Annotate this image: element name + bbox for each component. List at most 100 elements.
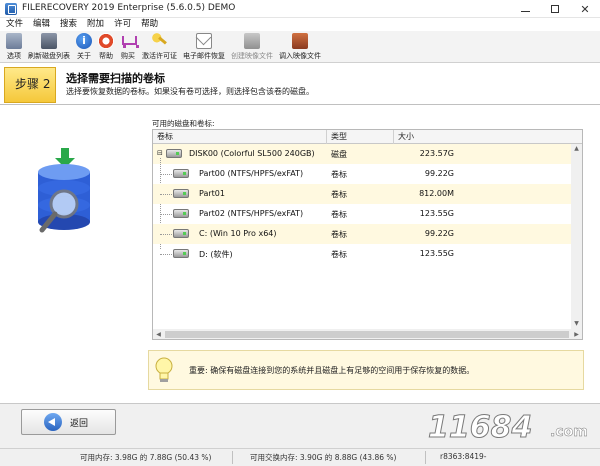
- collapse-tree-icon[interactable]: ⊟: [157, 149, 163, 157]
- volume-type: 卷标: [331, 170, 347, 179]
- window-title: FILERECOVERY 2019 Enterprise (5.6.0.5) D…: [22, 3, 236, 13]
- shopping-cart-icon: [120, 33, 139, 49]
- tree-branch: [160, 254, 172, 255]
- menu-license[interactable]: 许可: [114, 18, 131, 31]
- menu-bar: 文件 编辑 搜索 附加 许可 帮助: [0, 18, 600, 31]
- menu-addons[interactable]: 附加: [87, 18, 104, 31]
- table-row-part02[interactable]: Part02 (NTFS/HPFS/exFAT) 卷标 123.55G: [153, 204, 571, 224]
- back-button-label: 返回: [70, 418, 89, 429]
- volume-drive-icon: [173, 229, 189, 238]
- volume-size: 812.00M: [419, 189, 454, 198]
- create-image-label: 创建映像文件: [231, 52, 273, 60]
- close-button[interactable]: ✕: [570, 0, 600, 18]
- back-arrow-icon: [44, 413, 62, 431]
- buy-button[interactable]: 购买: [120, 31, 139, 62]
- volume-name: DISK00 (Colorful SL500 240GB): [189, 149, 315, 158]
- load-image-button[interactable]: 调入映像文件: [279, 31, 321, 62]
- menu-help[interactable]: 帮助: [141, 18, 158, 31]
- email-recovery-button[interactable]: 电子邮件恢复: [183, 31, 225, 62]
- volume-size: 123.55G: [419, 249, 454, 258]
- status-divider: [232, 451, 233, 464]
- volume-size: 99.22G: [424, 169, 454, 178]
- maximize-icon: [551, 5, 559, 13]
- activate-license-button[interactable]: 激活许可证: [142, 31, 177, 62]
- volume-size: 99.22G: [424, 229, 454, 238]
- main-area: 可用的磁盘和卷标: 卷标 类型 大小 ⊟ DISK00 (Colorful SL…: [0, 106, 600, 403]
- volume-type: 卷标: [331, 250, 347, 259]
- scroll-up-icon[interactable]: ▲: [571, 144, 582, 154]
- menu-file[interactable]: 文件: [6, 18, 23, 31]
- step-title: 选择需要扫描的卷标: [66, 72, 165, 85]
- table-row-drive-c[interactable]: C: (Win 10 Pro x64) 卷标 99.22G: [153, 224, 571, 244]
- minimize-icon: [520, 10, 530, 12]
- key-icon: [151, 33, 168, 49]
- envelope-icon: [196, 33, 212, 49]
- minimize-button[interactable]: [510, 0, 540, 18]
- about-label: 关于: [77, 52, 91, 60]
- tree-branch: [160, 194, 172, 195]
- horizontal-scrollbar[interactable]: ◀ ▶: [153, 329, 582, 339]
- disk-drive-icon: [166, 149, 182, 158]
- volume-name: C: (Win 10 Pro x64): [199, 229, 277, 238]
- refresh-disks-icon: [41, 33, 57, 49]
- options-button[interactable]: 选项: [6, 31, 22, 62]
- disk-scan-illustration-icon: [38, 148, 90, 233]
- status-memory: 可用内存: 3.98G 的 7.88G (50.43 %): [80, 453, 212, 462]
- vertical-scrollbar[interactable]: ▲ ▼: [571, 144, 582, 329]
- options-label: 选项: [7, 52, 21, 60]
- volume-name: Part02 (NTFS/HPFS/exFAT): [199, 209, 304, 218]
- status-build: r8363:8419-: [440, 452, 487, 461]
- watermark-number: 11684: [427, 410, 533, 446]
- volume-type: 磁盘: [331, 150, 347, 159]
- close-icon: ✕: [580, 2, 590, 16]
- tree-branch: [160, 214, 172, 215]
- volume-drive-icon: [173, 249, 189, 258]
- column-header-type[interactable]: 类型: [327, 130, 394, 144]
- step-description: 选择要恢复数据的卷标。如果没有卷可选择，则选择包含该卷的磁盘。: [66, 87, 314, 96]
- step-badge: 步骤 2: [4, 67, 56, 103]
- load-image-icon: [292, 33, 308, 49]
- volumes-table-header: 卷标 类型 大小: [153, 130, 582, 144]
- step-badge-label: 步骤 2: [15, 77, 51, 91]
- volumes-caption: 可用的磁盘和卷标:: [152, 119, 215, 128]
- refresh-disks-button[interactable]: 刷新磁盘列表: [28, 31, 70, 62]
- activate-license-label: 激活许可证: [142, 52, 177, 60]
- important-notice: 重要: 确保有磁盘连接到您的系统并且磁盘上有足够的空间用于保存恢复的数据。: [148, 350, 584, 390]
- menu-search[interactable]: 搜索: [60, 18, 77, 31]
- menu-edit[interactable]: 编辑: [33, 18, 50, 31]
- create-image-button[interactable]: 创建映像文件: [231, 31, 273, 62]
- notice-text: 重要: 确保有磁盘连接到您的系统并且磁盘上有足够的空间用于保存恢复的数据。: [189, 366, 475, 375]
- column-header-label[interactable]: 卷标: [153, 130, 327, 144]
- back-button[interactable]: 返回: [21, 409, 116, 435]
- options-icon: [6, 33, 22, 49]
- scroll-down-icon[interactable]: ▼: [571, 319, 582, 329]
- email-recovery-label: 电子邮件恢复: [183, 52, 225, 60]
- scroll-right-icon[interactable]: ▶: [571, 329, 582, 339]
- lightbulb-icon: [155, 357, 173, 382]
- volumes-table: 卷标 类型 大小 ⊟ DISK00 (Colorful SL500 240GB)…: [152, 129, 583, 340]
- volume-type: 卷标: [331, 190, 347, 199]
- title-bar: FILERECOVERY 2019 Enterprise (5.6.0.5) D…: [0, 0, 600, 18]
- table-row-disk00[interactable]: ⊟ DISK00 (Colorful SL500 240GB) 磁盘 223.5…: [153, 144, 571, 164]
- about-icon: i: [76, 33, 92, 49]
- tree-branch: [160, 174, 172, 175]
- column-header-size[interactable]: 大小: [394, 130, 571, 144]
- maximize-button[interactable]: [540, 0, 570, 18]
- create-image-icon: [244, 33, 260, 49]
- volume-type: 卷标: [331, 230, 347, 239]
- about-button[interactable]: i 关于: [76, 31, 92, 62]
- buy-label: 购买: [121, 52, 135, 60]
- refresh-disks-label: 刷新磁盘列表: [28, 52, 70, 60]
- status-swap: 可用交换内存: 3.90G 的 8.88G (43.86 %): [250, 453, 397, 462]
- volume-drive-icon: [173, 209, 189, 218]
- status-bar: 可用内存: 3.98G 的 7.88G (50.43 %) 可用交换内存: 3.…: [0, 448, 600, 466]
- table-row-part00[interactable]: Part00 (NTFS/HPFS/exFAT) 卷标 99.22G: [153, 164, 571, 184]
- scroll-left-icon[interactable]: ◀: [153, 329, 164, 339]
- toolbar: 选项 刷新磁盘列表 i 关于 帮助 购买 激活许可证 电子邮件恢复 创建映像文件…: [0, 31, 600, 63]
- help-button[interactable]: 帮助: [98, 31, 114, 62]
- table-row-part01[interactable]: Part01 卷标 812.00M: [153, 184, 571, 204]
- horizontal-scroll-thumb[interactable]: [165, 331, 569, 338]
- load-image-label: 调入映像文件: [279, 52, 321, 60]
- table-row-drive-d[interactable]: D: (软件) 卷标 123.55G: [153, 244, 571, 264]
- app-icon: [5, 3, 17, 15]
